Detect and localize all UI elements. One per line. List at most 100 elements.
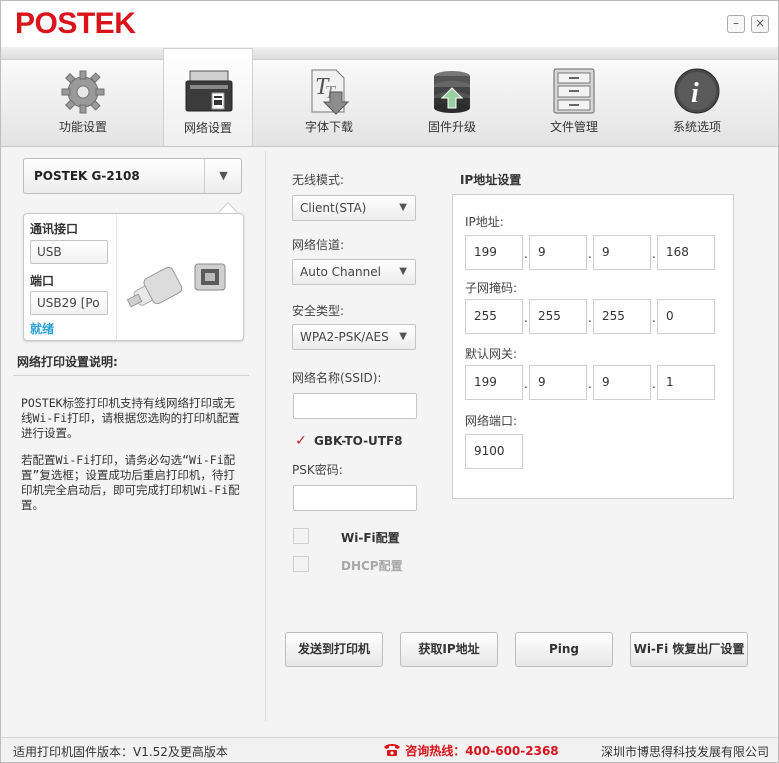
ip-separator: . — [524, 377, 528, 391]
subnet-mask-octet-4[interactable]: 0 — [657, 299, 715, 334]
wifi-config-label: Wi-Fi配置 — [341, 531, 400, 545]
printer-icon — [185, 70, 233, 112]
firmware-version-note: 适用打印机固件版本：V1.52及更高版本 — [13, 745, 228, 759]
tool-network-settings[interactable]: 网络设置 — [163, 48, 253, 146]
wireless-mode-value: Client(STA) — [300, 201, 367, 215]
firmware-stack-icon — [434, 71, 470, 113]
gateway-label: 默认网关: — [465, 347, 518, 361]
postek-logo: POSTEK — [15, 7, 136, 40]
ip-address-label: IP地址: — [465, 215, 504, 229]
gbk-utf8-label: GBK-TO-UTF8 — [314, 434, 403, 448]
tool-label: 固件升级 — [427, 120, 476, 134]
tool-function-settings[interactable]: 功能设置 — [38, 60, 128, 146]
minimize-button[interactable]: – — [727, 15, 745, 33]
chevron-down-icon[interactable]: ▼ — [204, 159, 242, 193]
tool-firmware-upgrade[interactable]: 固件升级 — [407, 60, 497, 146]
subnet-mask-octet-3[interactable]: 255 — [593, 299, 651, 334]
hotline-text: 咨询热线：400-600-2368 — [405, 744, 559, 758]
dhcp-config-label: DHCP配置 — [341, 559, 403, 573]
file-cabinet-icon — [553, 68, 595, 114]
dhcp-config-checkbox[interactable] — [293, 556, 309, 572]
connection-status: 就绪 — [30, 322, 55, 336]
ip-separator: . — [524, 311, 528, 325]
subnet-mask-octet-2[interactable]: 255 — [529, 299, 587, 334]
ip-address-octet-2[interactable]: 9 — [529, 235, 587, 270]
network-port-label: 网络端口: — [465, 414, 518, 428]
caret-down-icon: ▼ — [399, 266, 407, 277]
comm-interface-label: 通讯接口 — [30, 222, 79, 236]
main-toolbar: 功能设置 网络设置 T T 字体下载 — [1, 48, 778, 147]
interface-panel: 通讯接口 USB 端口 USB29 [Po 就绪 — [23, 213, 244, 341]
ip-separator: . — [524, 247, 528, 261]
ip-separator: . — [652, 311, 656, 325]
psk-input[interactable] — [293, 485, 417, 511]
subnet-mask-label: 子网掩码: — [465, 281, 518, 295]
ip-settings-title: IP地址设置 — [460, 173, 522, 187]
gateway-octet-1[interactable]: 199 — [465, 365, 523, 400]
caret-down-icon: ▼ — [399, 202, 407, 213]
ip-address-octet-4[interactable]: 168 — [657, 235, 715, 270]
status-footer: 适用打印机固件版本：V1.52及更高版本 咨询热线：400-600-2368 深… — [1, 737, 778, 762]
gateway-octet-2[interactable]: 9 — [529, 365, 587, 400]
hotline: 咨询热线：400-600-2368 — [383, 742, 559, 759]
ip-separator: . — [652, 377, 656, 391]
ssid-input[interactable] — [293, 393, 417, 419]
gbk-utf8-checkbox[interactable]: ✓ — [293, 433, 309, 449]
printer-model-value: POSTEK G-2108 — [34, 169, 140, 183]
company-name: 深圳市博思得科技发展有限公司 — [601, 745, 770, 759]
app-window: POSTEK – × 功能设置 网络设置 T 字体下载 固件升级 文件管理 i … — [0, 0, 779, 763]
wifi-factory-reset-button[interactable]: Wi-Fi 恢复出厂设置 — [630, 632, 748, 667]
caret-down-icon: ▼ — [399, 331, 407, 342]
security-type-label: 安全类型: — [292, 304, 345, 318]
network-port-input[interactable]: 9100 — [465, 434, 523, 469]
gear-icon — [61, 70, 105, 114]
tool-font-download[interactable]: T T 字体下载 — [284, 60, 374, 146]
svg-text:i: i — [691, 78, 699, 109]
get-ip-button[interactable]: 获取IP地址 — [400, 632, 498, 667]
ip-separator: . — [588, 311, 592, 325]
port-select[interactable]: USB29 [Po — [30, 291, 108, 315]
security-type-select[interactable]: WPA2-PSK/AES ▼ — [292, 324, 416, 350]
tool-label: 字体下载 — [304, 120, 353, 134]
channel-select[interactable]: Auto Channel ▼ — [292, 259, 416, 285]
ssid-label: 网络名称(SSID): — [292, 371, 382, 385]
port-label: 端口 — [30, 274, 55, 288]
wireless-mode-select[interactable]: Client(STA) ▼ — [292, 195, 416, 221]
usb-cable-icon — [126, 263, 226, 308]
description-paragraph-2: 若配置Wi-Fi打印，请务必勾选“Wi-Fi配置”复选框；设置成功后重启打印机，… — [21, 453, 240, 512]
telephone-icon — [384, 744, 400, 756]
security-type-value: WPA2-PSK/AES — [300, 330, 389, 344]
ip-address-octet-1[interactable]: 199 — [465, 235, 523, 270]
divider — [13, 375, 249, 376]
description-title: 网络打印设置说明: — [17, 355, 118, 369]
subnet-mask-octet-1[interactable]: 255 — [465, 299, 523, 334]
psk-label: PSK密码: — [292, 463, 343, 477]
gateway-octet-4[interactable]: 1 — [657, 365, 715, 400]
description-paragraph-1: POSTEK标签打印机支持有线网络打印或无线Wi-Fi打印，请根据您选购的打印机… — [21, 396, 240, 440]
ip-separator: . — [588, 247, 592, 261]
channel-value: Auto Channel — [300, 265, 381, 279]
comm-interface-select[interactable]: USB — [30, 240, 108, 264]
ip-separator: . — [588, 377, 592, 391]
tool-label: 文件管理 — [549, 120, 598, 134]
toolbar-top-stripe — [1, 47, 778, 59]
panel-divider — [265, 151, 266, 721]
font-download-icon: T T — [311, 69, 350, 115]
usb-cable-image — [116, 214, 244, 340]
tool-label: 系统选项 — [672, 120, 721, 134]
wireless-mode-label: 无线模式: — [292, 173, 345, 187]
channel-label: 网络信道: — [292, 238, 345, 252]
info-icon: i — [674, 68, 720, 114]
send-to-printer-button[interactable]: 发送到打印机 — [285, 632, 383, 667]
gateway-octet-3[interactable]: 9 — [593, 365, 651, 400]
ip-address-octet-3[interactable]: 9 — [593, 235, 651, 270]
close-button[interactable]: × — [751, 15, 769, 33]
tool-label: 功能设置 — [58, 120, 107, 134]
tool-system-options[interactable]: i 系统选项 — [652, 60, 742, 146]
ping-button[interactable]: Ping — [515, 632, 613, 667]
wifi-config-checkbox[interactable] — [293, 528, 309, 544]
ip-separator: . — [652, 247, 656, 261]
tool-file-management[interactable]: 文件管理 — [529, 60, 619, 146]
title-bar: POSTEK – × — [1, 1, 778, 47]
printer-model-select[interactable]: POSTEK G-2108 ▼ — [23, 158, 242, 194]
